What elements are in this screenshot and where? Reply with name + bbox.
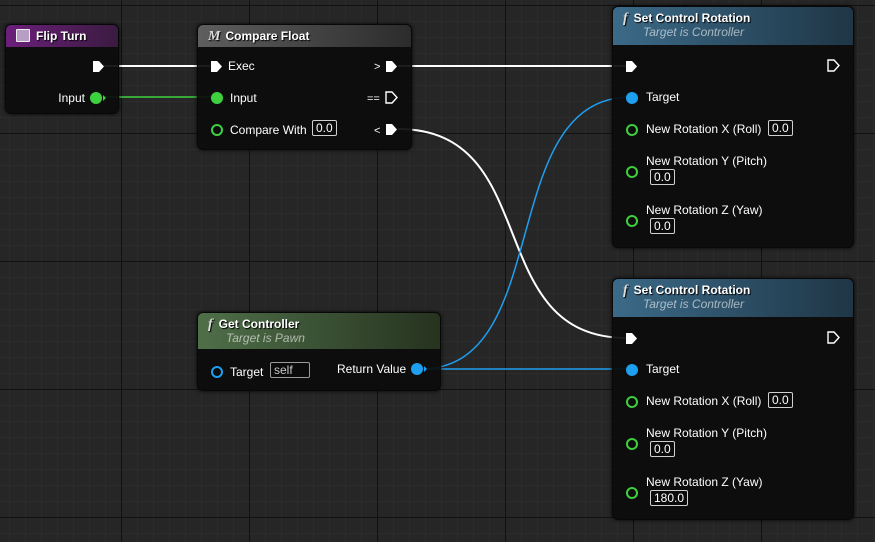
pitch-pin[interactable] [626, 438, 638, 450]
target-self-value[interactable]: self [270, 362, 310, 378]
get-controller-header: f Get Controller Target is Pawn [198, 313, 440, 349]
exec-in-pin[interactable] [625, 60, 638, 73]
exec-out-pin[interactable] [827, 331, 840, 344]
node-subtitle: Target is Controller [643, 25, 744, 39]
node-title: Set Control Rotation [633, 11, 751, 25]
pitch-value[interactable]: 0.0 [650, 169, 675, 185]
input-label: Input [58, 91, 85, 105]
input-label: Input [230, 91, 257, 105]
yaw-label: New Rotation Z (Yaw) [646, 203, 763, 217]
input-pin[interactable] [211, 92, 223, 104]
node-title: Compare Float [225, 29, 310, 43]
exec-out-pin[interactable] [827, 59, 840, 72]
target-pin[interactable] [211, 366, 223, 378]
function-glyph-icon: f [623, 283, 628, 298]
exec-in-pin[interactable] [210, 60, 223, 73]
node-title: Get Controller [218, 317, 300, 331]
roll-label: New Rotation X (Roll) [646, 394, 762, 408]
target-pin[interactable] [626, 364, 638, 376]
yaw-label: New Rotation Z (Yaw) [646, 475, 763, 489]
pitch-value[interactable]: 0.0 [650, 441, 675, 457]
pitch-label: New Rotation Y (Pitch) [646, 426, 767, 440]
roll-value[interactable]: 0.0 [768, 392, 793, 408]
compare-with-value[interactable]: 0.0 [312, 120, 337, 136]
pitch-pin[interactable] [626, 166, 638, 178]
set-control-rotation-header: f Set Control Rotation Target is Controll… [613, 279, 853, 317]
exec-in-pin[interactable] [625, 332, 638, 345]
equal-label: == [367, 93, 380, 105]
node-title: Set Control Rotation [633, 283, 751, 297]
compare-float-node[interactable]: M Compare Float Exec Input Compare With 0… [197, 24, 412, 150]
target-pin[interactable] [626, 92, 638, 104]
function-glyph-icon: f [208, 317, 213, 332]
roll-pin[interactable] [626, 396, 638, 408]
yaw-pin[interactable] [626, 487, 638, 499]
return-value-label: Return Value [337, 362, 407, 376]
greater-label: > [374, 61, 381, 73]
compare-float-header: M Compare Float [198, 25, 411, 47]
function-glyph-icon: f [623, 11, 628, 26]
compare-with-label: Compare With [230, 123, 307, 137]
less-label: < [374, 125, 381, 137]
roll-label: New Rotation X (Roll) [646, 122, 762, 136]
pin-arrow-icon [424, 366, 427, 372]
flip-turn-node[interactable]: Flip Turn Input [5, 24, 119, 114]
exec-out-pin[interactable] [92, 60, 105, 73]
event-icon [16, 29, 30, 42]
input-pin[interactable] [90, 92, 102, 104]
set-control-rotation-node-1[interactable]: f Set Control Rotation Target is Controll… [612, 6, 854, 248]
object-wire-controller-to-target1[interactable] [420, 96, 632, 370]
target-label: Target [230, 365, 264, 379]
set-control-rotation-node-2[interactable]: f Set Control Rotation Target is Controll… [612, 278, 854, 520]
return-value-pin[interactable] [411, 363, 423, 375]
exec-label: Exec [228, 59, 255, 73]
node-subtitle: Target is Controller [643, 297, 744, 311]
target-label: Target [646, 362, 680, 376]
exec-equal-pin[interactable] [385, 91, 398, 104]
exec-greater-pin[interactable] [385, 60, 398, 73]
exec-wire-lt-to-setrotation2[interactable] [397, 128, 628, 339]
set-control-rotation-header: f Set Control Rotation Target is Controll… [613, 7, 853, 45]
yaw-value[interactable]: 180.0 [650, 490, 689, 506]
exec-less-pin[interactable] [385, 123, 398, 136]
macro-glyph-icon: M [208, 29, 221, 44]
yaw-value[interactable]: 0.0 [650, 218, 675, 234]
roll-value[interactable]: 0.0 [768, 120, 793, 136]
get-controller-node[interactable]: f Get Controller Target is Pawn Target se… [197, 312, 441, 391]
roll-pin[interactable] [626, 124, 638, 136]
yaw-pin[interactable] [626, 215, 638, 227]
node-title: Flip Turn [36, 29, 87, 43]
node-subtitle: Target is Pawn [226, 331, 305, 345]
flip-turn-header: Flip Turn [6, 25, 118, 47]
pitch-label: New Rotation Y (Pitch) [646, 154, 767, 168]
pin-arrow-icon [103, 95, 106, 101]
target-label: Target [646, 90, 680, 104]
compare-with-pin[interactable] [211, 124, 223, 136]
